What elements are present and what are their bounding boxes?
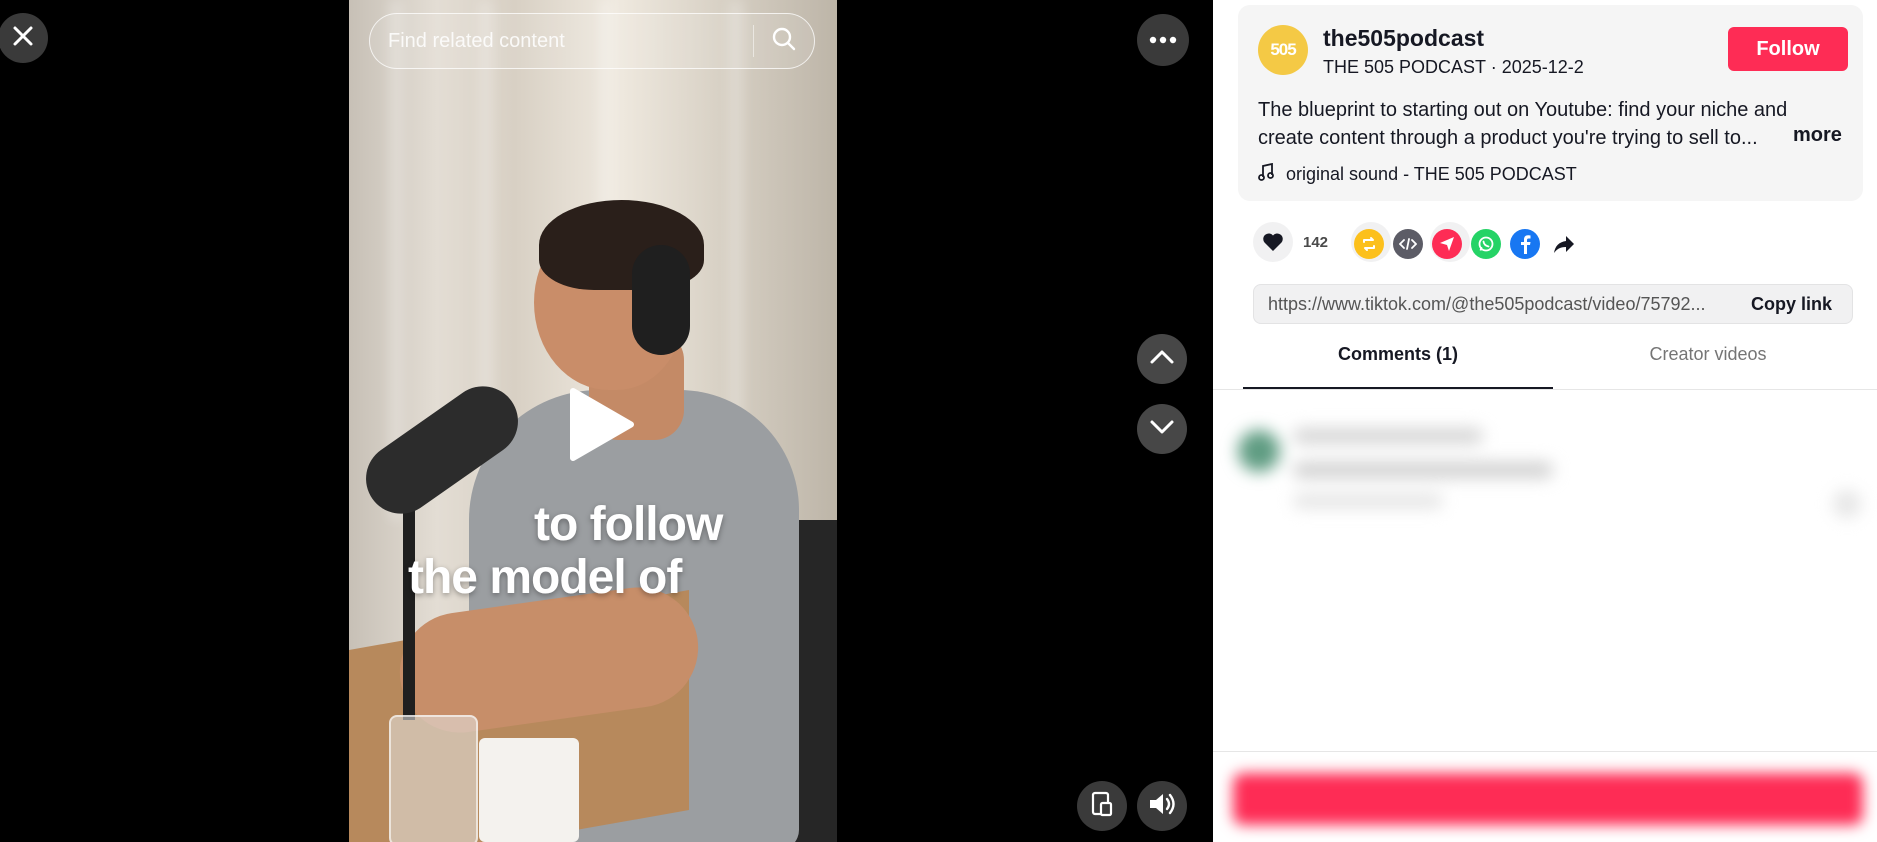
search-bar (369, 13, 815, 69)
heart-icon (1253, 222, 1293, 262)
comment-meta-placeholder (1293, 494, 1443, 508)
chevron-up-icon (1149, 349, 1175, 370)
more-horizontal-icon (1149, 31, 1177, 49)
search-icon (771, 26, 797, 57)
close-button[interactable] (0, 13, 48, 63)
volume-button[interactable] (1137, 781, 1187, 831)
play-button[interactable] (565, 387, 635, 462)
floating-player-icon (1090, 791, 1114, 822)
sound-label: original sound - THE 505 PODCAST (1286, 164, 1577, 184)
tab-divider (1213, 389, 1877, 390)
paper-cup (479, 738, 579, 842)
more-options-button[interactable] (1137, 14, 1189, 66)
next-video-button[interactable] (1137, 404, 1187, 454)
video-caption-line: the model of (408, 551, 682, 604)
volume-icon (1148, 792, 1176, 821)
comment-like-placeholder[interactable] (1833, 490, 1861, 518)
send-icon[interactable] (1432, 229, 1462, 259)
avatar-label: 505 (1270, 40, 1296, 59)
comment-avatar[interactable] (1238, 430, 1280, 472)
subline-separator: · (1485, 57, 1502, 77)
sound-link[interactable]: original sound - THE 505 PODCAST (1258, 162, 1577, 186)
embed-icon[interactable] (1393, 229, 1423, 259)
comment-input-bar[interactable] (1233, 773, 1863, 825)
like-count: 142 (1303, 233, 1329, 251)
details-panel: 505 the505podcast THE 505 PODCAST · 2025… (1213, 0, 1877, 842)
description-line: The blueprint to starting out on Youtube… (1258, 99, 1788, 121)
whatsapp-icon[interactable] (1471, 229, 1501, 259)
tab-comments[interactable]: Comments (1) (1243, 344, 1553, 390)
play-icon (565, 388, 635, 466)
share-arrow-icon[interactable] (1549, 229, 1579, 259)
tab-creator-videos[interactable]: Creator videos (1553, 344, 1863, 388)
post-date: 2025-12-2 (1501, 57, 1584, 77)
comment-author-placeholder (1293, 428, 1483, 444)
search-button[interactable] (754, 14, 814, 68)
post-info-card: 505 the505podcast THE 505 PODCAST · 2025… (1238, 5, 1863, 201)
chevron-down-icon (1149, 419, 1175, 440)
facebook-icon[interactable] (1510, 229, 1540, 259)
like-button[interactable]: 142 (1253, 222, 1328, 262)
post-description: The blueprint to starting out on Youtube… (1258, 96, 1848, 152)
follow-button[interactable]: Follow (1728, 27, 1848, 71)
description-line: create content through a product you're … (1258, 127, 1758, 149)
more-link[interactable]: more (1793, 124, 1842, 147)
avatar[interactable]: 505 (1258, 25, 1308, 75)
comment-text-placeholder (1293, 462, 1553, 478)
copy-link-button[interactable]: Copy link (1731, 294, 1852, 315)
tab-comments-label: Comments (1) (1337, 344, 1458, 364)
previous-video-button[interactable] (1137, 334, 1187, 384)
display-name: THE 505 PODCAST (1323, 57, 1486, 77)
author-subline: THE 505 PODCAST · 2025-12-2 (1323, 57, 1584, 78)
repost-icon[interactable] (1354, 229, 1384, 259)
music-note-icon (1258, 162, 1274, 186)
share-link-box: https://www.tiktok.com/@the505podcast/vi… (1253, 284, 1853, 324)
drinking-glass (389, 715, 478, 842)
search-input[interactable] (370, 13, 753, 69)
headphones (632, 245, 690, 355)
share-link-url[interactable]: https://www.tiktok.com/@the505podcast/vi… (1254, 294, 1731, 315)
tab-creator-label: Creator videos (1649, 344, 1767, 364)
floating-player-button[interactable] (1077, 781, 1127, 831)
bottom-divider (1213, 751, 1877, 752)
video-stage: to follow the model of (0, 0, 1213, 842)
close-icon (10, 23, 36, 54)
video-caption-line: to follow (534, 498, 723, 551)
username[interactable]: the505podcast (1323, 25, 1484, 52)
